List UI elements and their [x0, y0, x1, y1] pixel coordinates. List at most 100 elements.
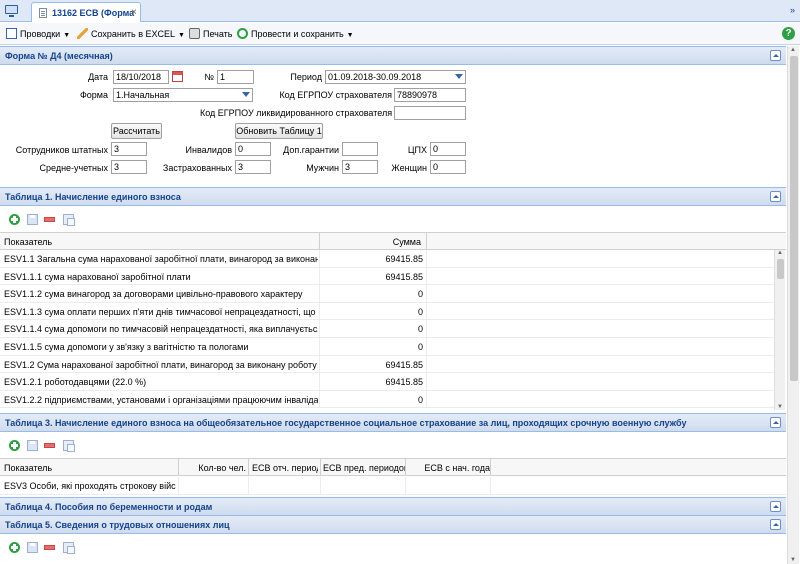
delete-row-icon[interactable] [44, 217, 55, 222]
chevron-down-icon: ▼ [178, 32, 185, 39]
date-label: Дата [88, 72, 108, 82]
row-indicator: ESV1.2.2 підприємствами, установами і ор… [4, 394, 318, 405]
scroll-thumb[interactable] [777, 259, 784, 279]
table-row[interactable]: ESV1.2.1 роботодавцями (22.0 %) 69415.85 [0, 373, 774, 391]
pencil-icon [77, 28, 88, 39]
col-indicator[interactable]: Показатель [4, 237, 52, 247]
edrpou-label: Код ЕГРПОУ страхователя [279, 90, 392, 100]
cphz-field[interactable]: 0 [430, 142, 466, 156]
women-field[interactable]: 0 [430, 160, 466, 174]
col-esv-current[interactable]: ЕСВ отч. период [252, 463, 318, 473]
copy-icon[interactable] [63, 440, 75, 452]
scroll-down-icon[interactable]: ▼ [790, 557, 796, 563]
staff-field[interactable]: 3 [111, 142, 147, 156]
add-row-icon[interactable] [9, 214, 20, 225]
save-icon[interactable] [27, 440, 38, 451]
col-indicator[interactable]: Показатель [4, 463, 52, 473]
form-type-value: 1.Начальная [116, 90, 170, 100]
add-row-icon[interactable] [9, 440, 20, 451]
cphz-label: ЦПХ [407, 145, 427, 155]
scroll-up-icon[interactable]: ▲ [777, 250, 783, 256]
chevron-down-icon[interactable] [240, 89, 252, 101]
collapse-icon[interactable] [770, 519, 781, 530]
scroll-down-icon[interactable]: ▼ [777, 404, 783, 410]
edrpou-liq-field[interactable] [394, 106, 466, 120]
col-count[interactable]: Кол-во чел. [180, 463, 246, 473]
date-field[interactable]: 18/10/2018 [113, 70, 169, 84]
disabled-field[interactable]: 0 [235, 142, 271, 156]
edrpou-liq-label: Код ЕГРПОУ ликвидированного страхователя [200, 108, 393, 118]
table-row[interactable]: ESV1.1.1 сума нарахованої заробітної пла… [0, 267, 774, 286]
table-row[interactable]: ESV3 Особи, які проходять строкову війсь… [0, 477, 786, 495]
collapse-icon[interactable] [770, 417, 781, 428]
number-field[interactable]: 1 [217, 70, 254, 84]
row-indicator: ESV1.1.5 сума допомоги у зв'язку з вагіт… [4, 342, 249, 352]
row-sum: 0 [417, 342, 423, 352]
col-sum[interactable]: Сумма [320, 237, 421, 247]
row-sum: 69415.85 [385, 271, 423, 282]
table-row[interactable]: ESV1.2.2 підприємствами, установами і ор… [0, 390, 774, 409]
table-row[interactable]: ESV1.1.4 сума допомоги по тимчасовій неп… [0, 320, 774, 338]
table1-scrollbar[interactable]: ▲ ▼ [774, 250, 785, 410]
print-label: Печать [203, 29, 233, 39]
calculate-button[interactable]: Рассчитать [111, 123, 162, 139]
avg-field[interactable]: 3 [111, 160, 147, 174]
women-label: Женщин [391, 163, 427, 173]
add-guar-field[interactable] [342, 142, 378, 156]
insured-field[interactable]: 3 [235, 160, 271, 174]
copy-icon[interactable] [63, 214, 75, 226]
table3-column-header: Показатель Кол-во чел. ЕСВ отч. период Е… [0, 458, 786, 476]
save-excel-button[interactable]: Сохранить в EXCEL ▼ [77, 28, 185, 41]
edrpou-field[interactable]: 78890978 [394, 88, 466, 102]
table-row[interactable]: ESV1.2 Сума нарахованої заробітної плати… [0, 355, 774, 374]
row-indicator: ESV1.2.1 роботодавцями (22.0 %) [4, 377, 147, 388]
period-select[interactable]: 01.09.2018-30.09.2018 [325, 70, 466, 84]
tab-label: 13162 ЕСВ (Форма [52, 8, 135, 18]
scroll-thumb[interactable] [790, 56, 798, 381]
table-row[interactable]: ESV1.1.3 сума оплати перших п'яти днів т… [0, 302, 774, 321]
collapse-icon[interactable] [770, 191, 781, 202]
help-icon[interactable]: ? [782, 27, 795, 40]
row-indicator: ESV1.1.3 сума оплати перших п'яти днів т… [4, 306, 318, 317]
collapse-icon[interactable] [770, 50, 781, 61]
table4-header: Таблица 4. Пособия по беременности и род… [0, 497, 786, 516]
row-sum: 69415.85 [385, 254, 423, 264]
copy-icon[interactable] [63, 542, 75, 554]
scroll-tabs-icon[interactable]: » [790, 5, 795, 15]
save-icon[interactable] [27, 542, 38, 553]
col-esv-ytd[interactable]: ЕСВ с нач. года [408, 463, 490, 473]
main-scrollbar[interactable]: ▲ ▼ [787, 46, 799, 564]
men-field[interactable]: 3 [342, 160, 378, 174]
post-save-button[interactable]: Провести и сохранить ▼ [237, 28, 354, 41]
col-esv-previous[interactable]: ЕСВ пред. периодов [323, 463, 405, 473]
row-sum: 0 [417, 306, 423, 317]
row-indicator: ESV1.1.4 сума допомоги по тимчасовій неп… [4, 324, 318, 335]
delete-row-icon[interactable] [44, 545, 55, 550]
table-row[interactable]: ESV1.1.2 сума винагород за договорами ци… [0, 285, 774, 303]
delete-row-icon[interactable] [44, 443, 55, 448]
scroll-up-icon[interactable]: ▲ [790, 47, 796, 53]
form-type-select[interactable]: 1.Начальная [113, 88, 253, 102]
insured-label: Застрахованных [162, 163, 232, 173]
save-icon[interactable] [27, 214, 38, 225]
chevron-down-icon[interactable] [453, 71, 465, 83]
period-value: 01.09.2018-30.09.2018 [328, 72, 422, 82]
avg-label: Средне-учетных [39, 163, 109, 173]
close-icon[interactable]: × [131, 7, 137, 18]
form-type-label: Форма [79, 90, 108, 100]
collapse-icon[interactable] [770, 501, 781, 512]
table5-header: Таблица 5. Сведения о трудовых отношения… [0, 515, 786, 534]
row-indicator: ESV1.1 Загальна сума нарахованої заробіт… [4, 254, 318, 264]
refresh-table1-button[interactable]: Обновить Таблицу 1 [235, 123, 323, 139]
tab-esv-form[interactable]: 13162 ЕСВ (Форма × [31, 2, 141, 22]
post-save-label: Провести и сохранить [251, 29, 344, 39]
postings-button[interactable]: Проводки ▼ [6, 28, 70, 41]
desktop-icon[interactable] [4, 4, 20, 18]
print-button[interactable]: Печать [189, 28, 232, 41]
add-row-icon[interactable] [9, 542, 20, 553]
calendar-icon[interactable] [172, 71, 183, 82]
table-row[interactable]: ESV1.1.5 сума допомоги у зв'язку з вагіт… [0, 338, 774, 356]
row-indicator: ESV3 Особи, які проходять строкову війсь… [4, 481, 176, 491]
table-row[interactable]: ESV1.1 Загальна сума нарахованої заробіт… [0, 250, 774, 268]
table1-column-header: Показатель Сумма [0, 232, 786, 250]
